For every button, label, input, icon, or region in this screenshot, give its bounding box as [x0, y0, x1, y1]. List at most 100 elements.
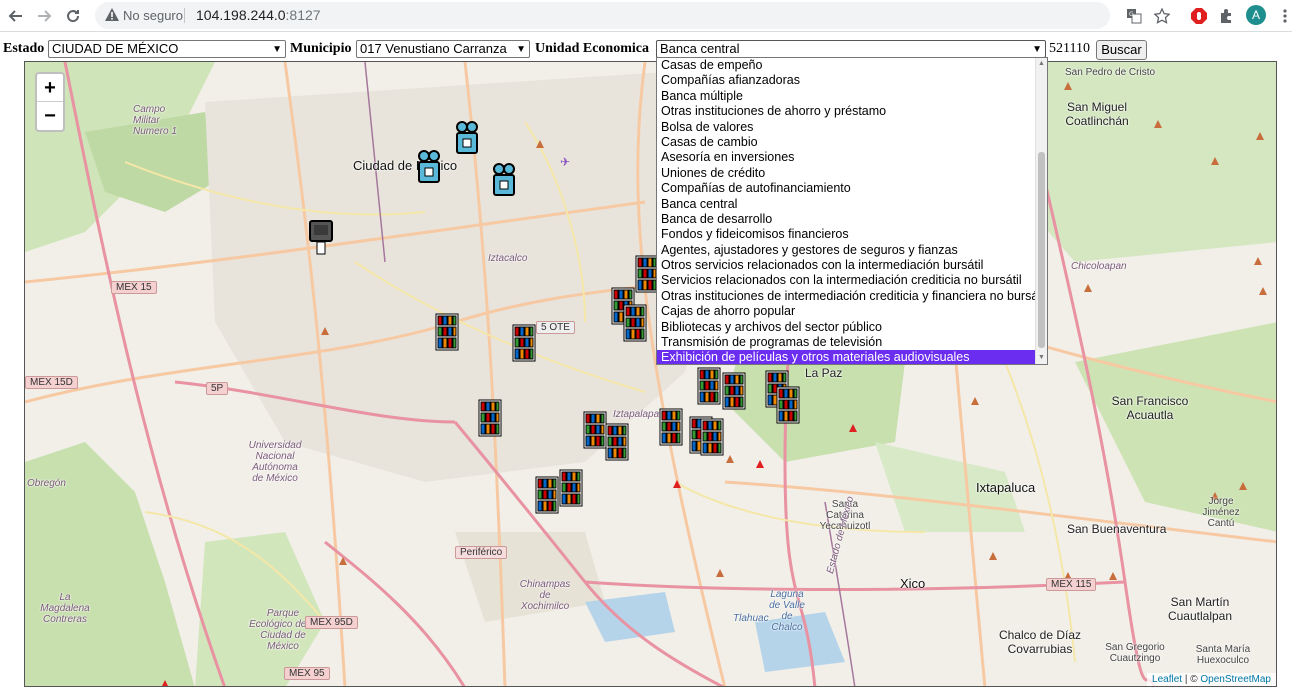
dropdown-option[interactable]: Banca múltiple — [657, 89, 1037, 104]
place-label: Iztapalapa — [613, 409, 660, 420]
place-label: San Francisco Acuautla — [1111, 394, 1189, 422]
dropdown-option[interactable]: Banca central — [657, 197, 1037, 212]
place-label: Ixtapaluca — [976, 480, 1036, 495]
dropdown-option[interactable]: Fondos y fideicomisos financieros — [657, 227, 1037, 242]
dropdown-option[interactable]: Servicios relacionados con la intermedia… — [657, 273, 1037, 288]
cinema-marker-icon[interactable] — [492, 163, 518, 197]
place-label: La Magdalena Contreras — [40, 592, 90, 625]
road-shield: MEX 115 — [1046, 578, 1097, 591]
library-marker-icon[interactable] — [583, 411, 607, 449]
place-label: Iztacalco — [488, 253, 528, 264]
library-marker-icon[interactable] — [435, 313, 459, 351]
library-marker-icon[interactable] — [623, 304, 647, 342]
road-shield: 5P — [206, 382, 229, 395]
url-port: :8127 — [285, 7, 321, 23]
road-shield: MEX 15D — [25, 376, 78, 389]
place-label: Laguna de Valle de Chalco — [769, 589, 805, 633]
svg-text:✈: ✈ — [560, 155, 570, 169]
place-label: Xico — [900, 576, 926, 591]
place-label: Universidad Nacional Autónoma de México — [248, 440, 302, 484]
menu-kebab-icon[interactable] — [1275, 6, 1292, 26]
chevron-down-icon: ▼ — [1032, 44, 1042, 55]
estado-select-value: CIUDAD DE MÉXICO — [52, 41, 179, 56]
omnibox-divider — [184, 8, 185, 23]
municipio-select-value: 017 Venustiano Carranza — [360, 41, 507, 56]
search-button[interactable]: Buscar — [1096, 40, 1147, 60]
address-bar[interactable]: No seguro 104.198.244.0:8127 — [95, 2, 1110, 29]
dropdown-option[interactable]: Asesoría en inversiones — [657, 150, 1037, 165]
translate-icon[interactable]: G — [1124, 6, 1144, 26]
library-marker-icon[interactable] — [478, 399, 502, 437]
dropdown-option[interactable]: Casas de cambio — [657, 135, 1037, 150]
zoom-control: + − — [35, 72, 65, 132]
unidad-dropdown-list[interactable]: Casas de empeño Compañías afianzadoras B… — [656, 57, 1048, 365]
cinema-marker-icon[interactable] — [417, 150, 443, 184]
place-label: Chinampas de Xochimilco — [519, 579, 571, 612]
forward-arrow-icon[interactable] — [33, 5, 55, 27]
chevron-down-icon: ▼ — [272, 44, 282, 55]
dropdown-option[interactable]: Otras instituciones de ahorro y préstamo — [657, 104, 1037, 119]
scroll-down-icon[interactable]: ▼ — [1038, 354, 1045, 361]
zoom-out-button[interactable]: − — [37, 102, 63, 130]
library-marker-icon[interactable] — [776, 386, 800, 424]
dropdown-option[interactable]: Casas de empeño — [657, 58, 1037, 73]
unidad-select-value: Banca central — [660, 41, 740, 56]
security-status[interactable]: No seguro — [123, 8, 183, 23]
library-marker-icon[interactable] — [559, 469, 583, 507]
dropdown-option[interactable]: Otros servicios relacionados con la inte… — [657, 258, 1037, 273]
search-form: Estado CIUDAD DE MÉXICO ▼ Municipio 017 … — [0, 37, 1292, 61]
dropdown-option[interactable]: Otras instituciones de intermediación cr… — [657, 289, 1047, 304]
leaflet-link[interactable]: Leaflet — [1152, 674, 1182, 685]
reload-icon[interactable] — [62, 5, 84, 27]
dropdown-option[interactable]: Bibliotecas y archivos del sector públic… — [657, 320, 1037, 335]
scrollbar-thumb[interactable] — [1038, 152, 1045, 348]
place-label: Jorge Jiménez Cantú — [1202, 496, 1240, 529]
tv-station-marker-icon[interactable] — [309, 220, 333, 256]
map-container[interactable]: ✈ Ciudad de México Campo Militar Numero … — [24, 61, 1277, 687]
library-marker-icon[interactable] — [512, 324, 536, 362]
library-marker-icon[interactable] — [700, 418, 724, 456]
road-shield: 5 OTE — [536, 321, 575, 334]
place-label: Tlahuac — [733, 613, 769, 624]
back-arrow-icon[interactable] — [5, 5, 27, 27]
profile-avatar[interactable]: A — [1246, 5, 1266, 25]
place-label: San Buenaventura — [1067, 522, 1167, 536]
place-label: San Miguel Coatlinchán — [1065, 100, 1129, 128]
unidad-select[interactable]: Banca central ▼ — [656, 40, 1046, 58]
zoom-in-button[interactable]: + — [37, 74, 63, 102]
dropdown-option[interactable]: Banca de desarrollo — [657, 212, 1037, 227]
dropdown-option[interactable]: Compañías afianzadoras — [657, 73, 1037, 88]
dropdown-option[interactable]: Cajas de ahorro popular — [657, 304, 1037, 319]
road-shield: Periférico — [455, 546, 508, 559]
place-label: Santa María Huexoculco — [1195, 644, 1251, 666]
dropdown-option[interactable]: Compañías de autofinanciamiento — [657, 181, 1037, 196]
dropdown-option[interactable]: Uniones de crédito — [657, 166, 1037, 181]
scroll-up-icon[interactable]: ▲ — [1038, 60, 1045, 67]
url-text[interactable]: 104.198.244.0:8127 — [196, 7, 321, 23]
place-label: San Pedro de Cristo — [1065, 67, 1156, 78]
dropdown-scrollbar[interactable]: ▲ ▼ — [1035, 58, 1047, 364]
library-marker-icon[interactable] — [659, 408, 683, 446]
municipio-select[interactable]: 017 Venustiano Carranza ▼ — [356, 40, 530, 58]
dropdown-option[interactable]: Agentes, ajustadores y gestores de segur… — [657, 243, 1037, 258]
library-marker-icon[interactable] — [722, 372, 746, 410]
extensions-puzzle-icon[interactable] — [1216, 6, 1236, 26]
cinema-marker-icon[interactable] — [455, 121, 481, 155]
dropdown-option-highlighted[interactable]: Exhibición de películas y otros material… — [657, 350, 1037, 364]
library-marker-icon[interactable] — [697, 367, 721, 405]
dropdown-option[interactable]: Bolsa de valores — [657, 120, 1037, 135]
road-shield: MEX 15 — [111, 281, 157, 294]
star-icon[interactable] — [1152, 6, 1172, 26]
place-label: Chalco de Díaz Covarrubias — [998, 628, 1082, 656]
browser-toolbar: No seguro 104.198.244.0:8127 G A — [0, 0, 1292, 32]
adblock-icon[interactable] — [1189, 6, 1209, 26]
svg-text:G: G — [1129, 11, 1134, 18]
road-shield: MEX 95 — [284, 667, 330, 680]
library-marker-icon[interactable] — [535, 476, 559, 514]
place-label: Campo Militar Numero 1 — [133, 104, 177, 137]
dropdown-option[interactable]: Transmisión de programas de televisión — [657, 335, 1037, 350]
library-marker-icon[interactable] — [605, 423, 629, 461]
estado-select[interactable]: CIUDAD DE MÉXICO ▼ — [48, 40, 286, 58]
osm-link[interactable]: OpenStreetMap — [1200, 674, 1271, 685]
map-attribution: Leaflet | © OpenStreetMap — [1147, 673, 1276, 686]
